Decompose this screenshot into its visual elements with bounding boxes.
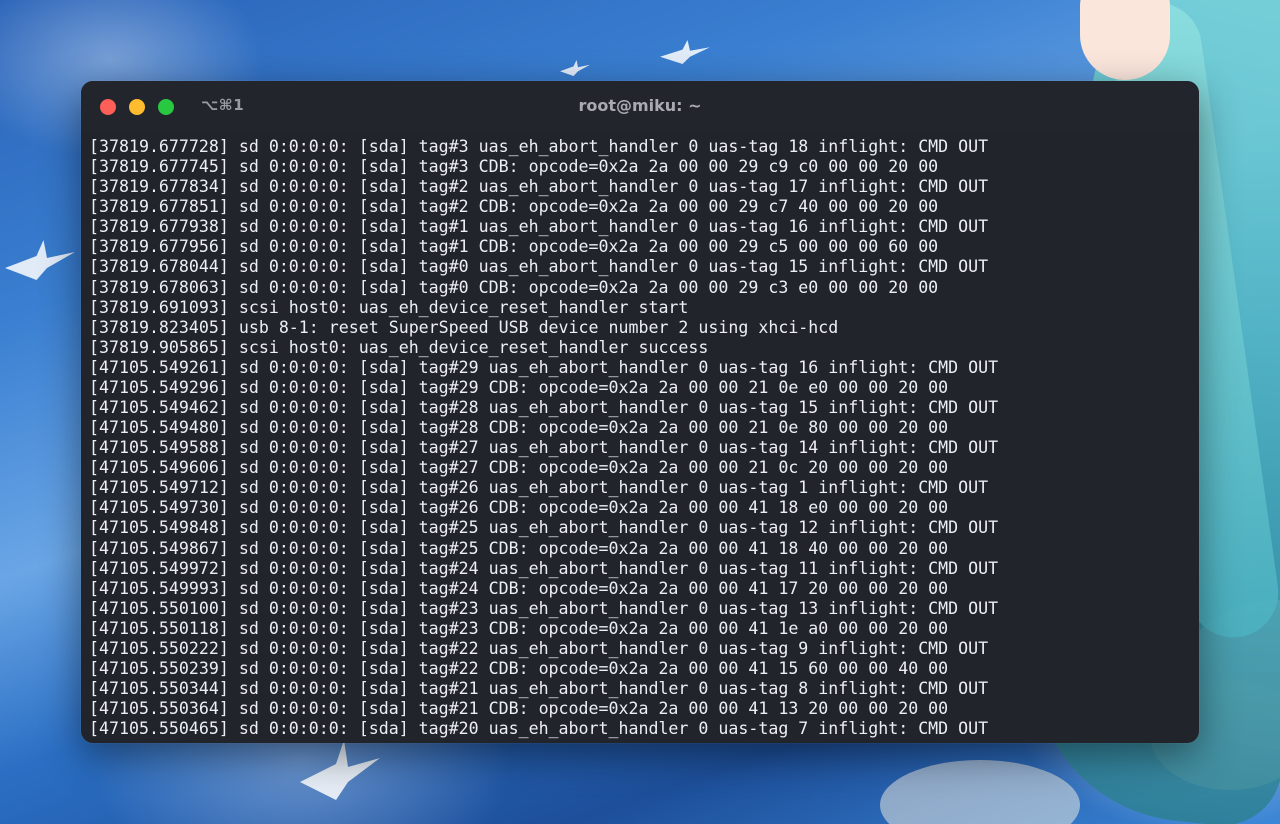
terminal-line: [47105.550118] sd 0:0:0:0: [sda] tag#23 … <box>89 618 949 638</box>
terminal-line: [37819.678063] sd 0:0:0:0: [sda] tag#0 C… <box>89 277 939 297</box>
terminal-line: [37819.677956] sd 0:0:0:0: [sda] tag#1 C… <box>89 237 939 257</box>
terminal-line: [47105.550222] sd 0:0:0:0: [sda] tag#22 … <box>89 638 989 658</box>
terminal-line: [47105.549296] sd 0:0:0:0: [sda] tag#29 … <box>89 377 949 397</box>
terminal-line: [47105.549606] sd 0:0:0:0: [sda] tag#27 … <box>89 458 949 478</box>
terminal-line: [37819.677851] sd 0:0:0:0: [sda] tag#2 C… <box>89 197 939 217</box>
terminal-output[interactable]: [37819.677728] sd 0:0:0:0: [sda] tag#3 u… <box>89 137 1191 743</box>
window-title: root@miku: ~ <box>578 96 702 115</box>
terminal-line: [47105.550364] sd 0:0:0:0: [sda] tag#21 … <box>89 699 949 719</box>
terminal-line: [37819.823405] usb 8-1: reset SuperSpeed… <box>89 317 839 337</box>
terminal-line: [37819.677834] sd 0:0:0:0: [sda] tag#2 u… <box>89 177 989 197</box>
terminal-line: [47105.550344] sd 0:0:0:0: [sda] tag#21 … <box>89 679 989 699</box>
wallpaper-bird <box>5 240 75 280</box>
terminal-line: [47105.549588] sd 0:0:0:0: [sda] tag#27 … <box>89 438 999 458</box>
terminal-window[interactable]: ⌥⌘1 root@miku: ~ [37819.677728] sd 0:0:0… <box>81 81 1199 743</box>
terminal-line: [47105.550100] sd 0:0:0:0: [sda] tag#23 … <box>89 598 999 618</box>
wallpaper-cloud <box>880 760 1080 824</box>
terminal-line: [47105.550465] sd 0:0:0:0: [sda] tag#20 … <box>89 719 989 739</box>
terminal-line: [47105.549480] sd 0:0:0:0: [sda] tag#28 … <box>89 418 949 438</box>
wallpaper-bird <box>300 740 380 800</box>
terminal-line: [47105.550239] sd 0:0:0:0: [sda] tag#22 … <box>89 659 949 679</box>
terminal-line: [37819.691093] scsi host0: uas_eh_device… <box>89 297 689 317</box>
terminal-line: [47105.549712] sd 0:0:0:0: [sda] tag#26 … <box>89 478 989 498</box>
terminal-line: [37819.678044] sd 0:0:0:0: [sda] tag#0 u… <box>89 257 989 277</box>
terminal-line: [37819.905865] scsi host0: uas_eh_device… <box>89 337 709 357</box>
terminal-line: [37819.677938] sd 0:0:0:0: [sda] tag#1 u… <box>89 217 989 237</box>
terminal-line: [47105.549730] sd 0:0:0:0: [sda] tag#26 … <box>89 498 949 518</box>
terminal-line: [47105.549261] sd 0:0:0:0: [sda] tag#29 … <box>89 357 999 377</box>
terminal-line: [37819.677745] sd 0:0:0:0: [sda] tag#3 C… <box>89 157 939 177</box>
wallpaper-bird <box>560 60 590 76</box>
terminal-line: [47105.549972] sd 0:0:0:0: [sda] tag#24 … <box>89 558 999 578</box>
terminal-line: [47105.549993] sd 0:0:0:0: [sda] tag#24 … <box>89 578 949 598</box>
wallpaper-bird <box>660 40 710 64</box>
terminal-line: [47105.549462] sd 0:0:0:0: [sda] tag#28 … <box>89 398 999 418</box>
terminal-line: [47105.549848] sd 0:0:0:0: [sda] tag#25 … <box>89 518 999 538</box>
terminal-line: [47105.549867] sd 0:0:0:0: [sda] tag#25 … <box>89 538 949 558</box>
terminal-line: [37819.677728] sd 0:0:0:0: [sda] tag#3 u… <box>89 137 989 156</box>
window-titlebar[interactable]: ⌥⌘1 root@miku: ~ <box>81 81 1199 133</box>
